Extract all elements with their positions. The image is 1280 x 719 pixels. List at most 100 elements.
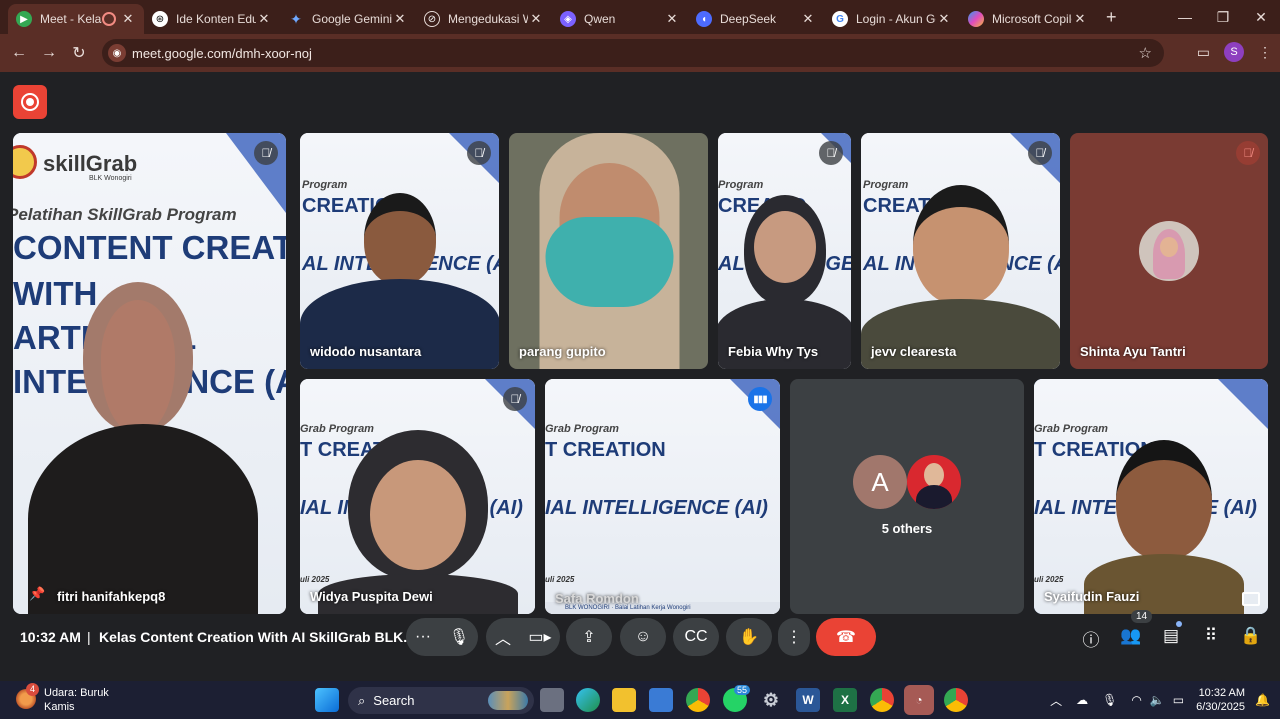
tab-ide-konten[interactable]: ⊛ Ide Konten Eduka ✕ (144, 4, 280, 34)
site-info-icon[interactable]: ◉ (108, 44, 126, 62)
meeting-info-icon[interactable]: ⓘ (1079, 626, 1103, 651)
participant-tile[interactable]: Program CREATIO AL INTELLIGENCE (AI) 🎙̸ … (718, 133, 851, 369)
word-icon[interactable]: W (796, 688, 820, 712)
close-tab-icon[interactable]: ✕ (664, 11, 680, 27)
reactions-button[interactable]: ☺ (620, 618, 666, 656)
volume-icon[interactable]: 🔈 (1150, 693, 1165, 707)
camera-button[interactable]: ▭▸ (520, 618, 560, 656)
menu-kebab-icon[interactable]: ⋮ (1258, 44, 1272, 61)
toolbar-right: ▭ S ⋮ (1197, 42, 1272, 62)
expand-tile-icon[interactable] (1242, 592, 1260, 606)
host-controls-icon[interactable]: 🔒 (1239, 626, 1263, 646)
tab-deepseek[interactable]: ◖ DeepSeek ✕ (688, 4, 824, 34)
participant-tile[interactable]: Grab Program T CREATION IAL INTELLIGENCE… (545, 379, 780, 614)
chrome-profile-icon[interactable] (870, 688, 894, 712)
participant-tile[interactable]: Grab Program T CREATION IAL INTELLIGENCE… (300, 379, 535, 614)
recording-icon[interactable] (13, 85, 47, 119)
captions-button[interactable]: CC (673, 618, 719, 656)
close-tab-icon[interactable]: ✕ (256, 11, 272, 27)
participant-video (28, 282, 258, 614)
taskbar-clock[interactable]: 10:32 AM 6/30/2025 (1196, 686, 1245, 714)
close-tab-icon[interactable]: ✕ (528, 11, 544, 27)
file-explorer-icon[interactable] (612, 688, 636, 712)
tab-meet[interactable]: ▶ Meet - Kelas C ✕ (8, 4, 144, 34)
chrome-secondary-icon[interactable] (944, 688, 968, 712)
maximize-icon[interactable]: ❐ (1204, 0, 1242, 34)
tab-title: Mengedukasi Wa (448, 12, 528, 26)
muted-mic-icon: 🎙̸ (503, 387, 527, 411)
windows-start-icon[interactable] (315, 688, 339, 712)
whatsapp-badge: 55 (734, 685, 751, 695)
participant-tile[interactable]: Program CREATIO AL INTELLIGENCE (AI) 🎙̸ … (300, 133, 499, 369)
participant-tile[interactable]: skillGrab BLK Wonogiri Pelatihan SkillGr… (13, 133, 286, 614)
tab-qwen[interactable]: ◈ Qwen ✕ (552, 4, 688, 34)
excel-icon[interactable]: X (833, 688, 857, 712)
leave-call-button[interactable]: ☎ (816, 618, 876, 656)
forward-icon[interactable]: → (34, 44, 64, 62)
participant-name: parang gupito (519, 344, 606, 359)
chat-notification-dot (1176, 621, 1182, 627)
close-tab-icon[interactable]: ✕ (392, 11, 408, 27)
new-tab-button[interactable]: + (1106, 7, 1117, 28)
mic-tray-icon[interactable]: 🎙 (1102, 693, 1117, 707)
battery-icon[interactable]: ▭ (1173, 693, 1184, 707)
task-view-icon[interactable] (540, 688, 564, 712)
participant-name: fitri hanifahkepq8 (57, 589, 166, 604)
participant-tile[interactable]: 🎙̸ Shinta Ayu Tantri (1070, 133, 1268, 369)
pin-icon[interactable]: 📌 (29, 586, 45, 602)
google-icon: G (832, 11, 848, 27)
address-bar[interactable]: ◉ meet.google.com/dmh-xoor-noj ☆ (102, 39, 1164, 67)
tab-title: DeepSeek (720, 12, 777, 26)
edge-icon[interactable] (576, 688, 600, 712)
tab-gemini[interactable]: ✦ Google Gemini ✕ (280, 4, 416, 34)
active-app-icon[interactable]: ◔ (904, 685, 934, 715)
tab-copilot[interactable]: Microsoft Copilot ✕ (960, 4, 1096, 34)
taskbar-search[interactable]: ⌕ Search (348, 687, 534, 714)
participant-video (509, 133, 708, 369)
reload-icon[interactable]: ↻ (64, 43, 94, 63)
profile-avatar[interactable]: S (1224, 42, 1244, 62)
participant-video (317, 430, 518, 614)
chat-icon[interactable]: ▤ (1159, 626, 1183, 646)
others-avatars: A (853, 455, 961, 509)
weather-widget[interactable]: 4 Udara: Buruk Kamis (16, 683, 109, 714)
emoji-icon: ☺ (634, 628, 652, 645)
slide-text: Grab Program (545, 423, 619, 435)
people-icon[interactable]: 👥 (1119, 626, 1143, 646)
participant-tile[interactable]: Grab Program T CREATION IAL INTELLIGENCE… (1034, 379, 1268, 614)
participant-tile[interactable]: Program CREATIO AL INTELLIGENCE (AI) 🎙̸ … (861, 133, 1060, 369)
video-options-button[interactable]: ︿ (486, 618, 520, 656)
others-tile[interactable]: A 5 others (790, 379, 1024, 614)
cast-icon[interactable]: ▭ (1197, 44, 1210, 61)
microsoft-store-icon[interactable] (649, 688, 673, 712)
minimize-icon[interactable]: — (1166, 0, 1204, 34)
microphone-button[interactable]: 🎙 (440, 618, 478, 656)
close-tab-icon[interactable]: ✕ (936, 11, 952, 27)
tab-mengedukasi[interactable]: ⊘ Mengedukasi Wa ✕ (416, 4, 552, 34)
more-options-button[interactable]: ··· (406, 618, 440, 656)
close-tab-icon[interactable]: ✕ (800, 11, 816, 27)
settings-icon[interactable]: ⚙ (759, 688, 783, 712)
avatar (907, 455, 961, 509)
more-actions-button[interactable]: ⋮ (778, 618, 810, 656)
raise-hand-button[interactable]: ✋ (726, 618, 772, 656)
participant-tile[interactable]: parang gupito (509, 133, 708, 369)
bookmark-star-icon[interactable]: ☆ (1139, 44, 1152, 62)
close-window-icon[interactable]: ✕ (1242, 0, 1280, 34)
close-tab-icon[interactable]: ✕ (120, 11, 136, 27)
show-hidden-icons[interactable]: ︿ (1050, 692, 1062, 709)
activities-icon[interactable]: ⠿ (1199, 626, 1223, 646)
close-tab-icon[interactable]: ✕ (1072, 11, 1088, 27)
chrome-icon[interactable] (686, 688, 710, 712)
wifi-icon[interactable]: ◠ (1131, 693, 1141, 707)
tab-google-login[interactable]: G Login - Akun Goo ✕ (824, 4, 960, 34)
back-icon[interactable]: ← (4, 44, 34, 62)
slide-text: T CREATION (545, 439, 666, 461)
tab-title: Login - Akun Goo (856, 12, 936, 26)
search-label: Search (373, 693, 415, 708)
onedrive-icon[interactable]: ☁ (1076, 693, 1088, 707)
present-screen-button[interactable]: ⇪ (566, 618, 612, 656)
title-separator: | (87, 629, 91, 645)
notification-icon[interactable]: 🔔 (1255, 693, 1270, 707)
tab-title: Qwen (584, 12, 616, 26)
